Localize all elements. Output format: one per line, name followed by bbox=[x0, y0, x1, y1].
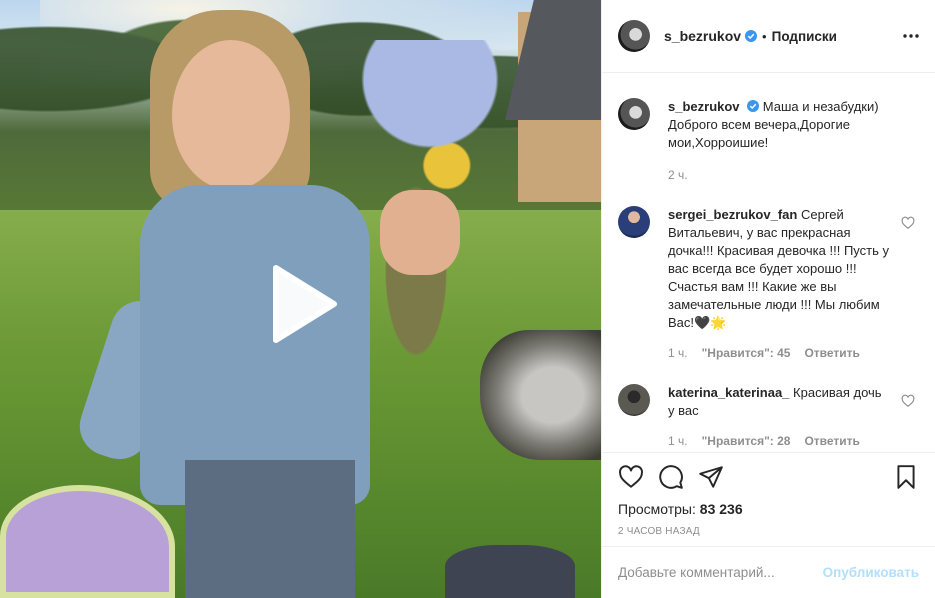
avatar[interactable] bbox=[618, 98, 650, 130]
views-value: 83 236 bbox=[699, 501, 743, 517]
comment-meta: 1 ч. "Нравится": 28 Ответить bbox=[668, 432, 890, 450]
share-icon[interactable] bbox=[698, 464, 724, 490]
comment-likes[interactable]: "Нравится": 45 bbox=[702, 344, 791, 362]
caption-time[interactable]: 2 ч. bbox=[668, 166, 688, 184]
caption-meta: 2 ч. bbox=[668, 166, 908, 184]
views-label: Просмотры: bbox=[618, 501, 696, 517]
media-hand bbox=[380, 190, 460, 275]
more-options-icon[interactable] bbox=[901, 26, 921, 46]
comment-meta: 1 ч. "Нравится": 45 Ответить bbox=[668, 344, 890, 362]
comment-time[interactable]: 1 ч. bbox=[668, 432, 688, 450]
comment-composer: Опубликовать bbox=[602, 546, 935, 598]
bookmark-icon[interactable] bbox=[893, 464, 919, 490]
caption: s_bezrukov Маша и незабудки) Доброго все… bbox=[618, 98, 919, 184]
separator-dot: • bbox=[762, 28, 767, 44]
post-sidebar: s_bezrukov • Подписки s_bezrukov Маша и … bbox=[601, 0, 935, 598]
reply-button[interactable]: Ответить bbox=[804, 344, 859, 362]
publish-button[interactable]: Опубликовать bbox=[823, 565, 919, 580]
comment-icon[interactable] bbox=[658, 464, 684, 490]
media-girl-sweater bbox=[140, 185, 370, 505]
avatar[interactable] bbox=[618, 20, 650, 52]
post-header: s_bezrukov • Подписки bbox=[602, 0, 935, 73]
action-icons bbox=[618, 463, 919, 491]
post-media-video[interactable] bbox=[0, 0, 601, 598]
author-username[interactable]: s_bezrukov bbox=[664, 28, 741, 44]
play-icon[interactable] bbox=[262, 264, 342, 344]
avatar[interactable] bbox=[618, 206, 650, 238]
verified-badge-icon bbox=[745, 30, 758, 42]
comment-like-heart-icon[interactable] bbox=[901, 394, 915, 408]
comment-likes[interactable]: "Нравится": 28 bbox=[702, 432, 791, 450]
comment-like-heart-icon[interactable] bbox=[901, 216, 915, 230]
heart-icon[interactable] bbox=[618, 464, 644, 490]
media-jeans bbox=[185, 460, 355, 598]
comment-item: sergei_bezrukov_fan Сергей Витальевич, у… bbox=[618, 206, 919, 362]
verified-badge-icon bbox=[747, 99, 760, 112]
comment-text: Сергей Витальевич, у вас прекрасная дочк… bbox=[668, 207, 889, 330]
post-timestamp[interactable]: 2 часов назад bbox=[618, 526, 919, 537]
reply-button[interactable]: Ответить bbox=[804, 432, 859, 450]
following-button[interactable]: Подписки bbox=[772, 29, 837, 44]
media-shoes bbox=[445, 545, 575, 598]
avatar[interactable] bbox=[618, 384, 650, 416]
comment-username[interactable]: katerina_katerinaa_ bbox=[668, 385, 789, 400]
post-actions: Просмотры: 83 236 2 часов назад bbox=[602, 452, 935, 537]
comment-username[interactable]: sergei_bezrukov_fan bbox=[668, 207, 797, 222]
caption-username[interactable]: s_bezrukov bbox=[668, 99, 740, 114]
comment-time[interactable]: 1 ч. bbox=[668, 344, 688, 362]
media-girl-face bbox=[172, 40, 290, 190]
comment-item: katerina_katerinaa_ Красивая дочь у вас … bbox=[618, 384, 919, 450]
comment-input[interactable] bbox=[618, 565, 823, 580]
views-count: Просмотры: 83 236 bbox=[618, 501, 919, 517]
comments-list[interactable]: s_bezrukov Маша и незабудки) Доброго все… bbox=[602, 74, 935, 452]
